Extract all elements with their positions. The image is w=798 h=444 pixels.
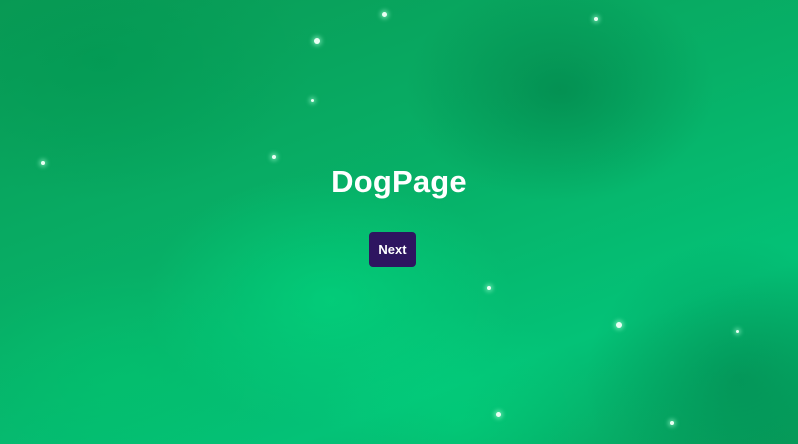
star (616, 322, 622, 328)
star (670, 421, 674, 425)
star (382, 12, 387, 17)
star (314, 38, 320, 44)
next-button[interactable]: Next (369, 232, 416, 267)
star (496, 412, 501, 417)
star (272, 155, 276, 159)
star (736, 330, 739, 333)
star (594, 17, 598, 21)
star (311, 99, 314, 102)
star (487, 286, 491, 290)
page-title: DogPage (331, 164, 467, 199)
